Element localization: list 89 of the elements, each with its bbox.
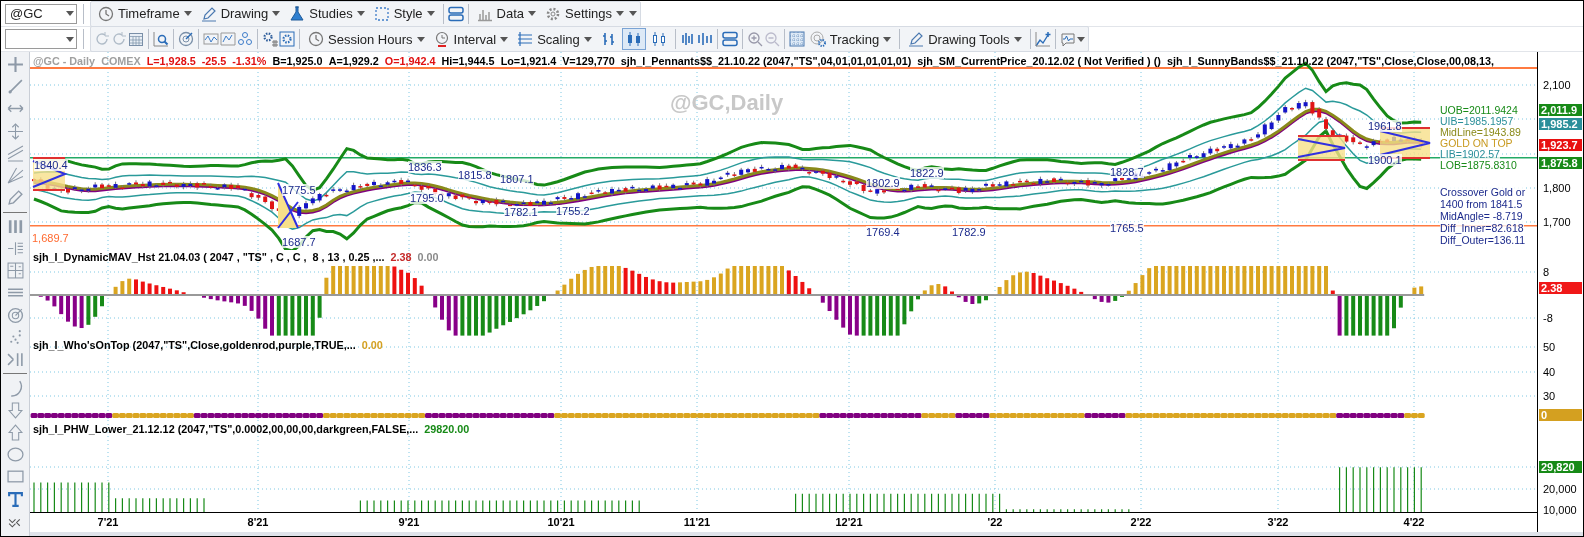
study-label: sjh_SM_CurrentPrice_20.12.02 ( Not Verified ) () bbox=[917, 54, 1161, 68]
study-label: sjh_I_SunnyBands$$_21.10.22 (2047,"TS",Close,Close,00,08,13, bbox=[1166, 54, 1494, 68]
toolbar-menu-button[interactable]: Data bbox=[472, 2, 541, 25]
axis-tick-label: 50 bbox=[1543, 341, 1556, 353]
study-label: sjh_I_DynamicMAV_Hst 21.04.03 ( 2047 , "TS" , C , C , 8 , 13 , 0.25 ,... bbox=[33, 250, 385, 264]
price-level-label: 1,689.7 bbox=[32, 232, 69, 244]
date-label: '22 bbox=[987, 516, 1003, 528]
price-annotation: 1775.5 bbox=[282, 184, 316, 196]
study-value: 0.00 bbox=[361, 338, 383, 352]
axis-value-tag: 2,011.9 bbox=[1539, 104, 1582, 116]
quote-value: Lo=1,921.4 bbox=[500, 54, 557, 68]
quote-value: Hi=1,944.5 bbox=[441, 54, 495, 68]
quote-value: L=1,928.5 bbox=[146, 54, 196, 68]
study-label: sjh_I_PHW_Lower_21.12.12 (2047,"TS",0.0002,00,00,00,darkgreen,FALSE,... bbox=[33, 422, 419, 436]
price-annotation: 1782.9 bbox=[952, 226, 986, 238]
band-label: UIB=1985.1957 bbox=[1440, 115, 1514, 127]
price-annotation: 1769.4 bbox=[866, 226, 900, 238]
date-label: 11'21 bbox=[683, 516, 711, 528]
price-annotation: 1840.4 bbox=[34, 159, 68, 171]
axis-value-tag: 1,875.8 bbox=[1539, 157, 1582, 169]
info-text: Diff_Outer=136.11 bbox=[1440, 234, 1526, 246]
date-label: 10'21 bbox=[547, 516, 575, 528]
price-annotation: 1802.9 bbox=[866, 177, 900, 189]
band-label: LIB=1902.57 bbox=[1440, 148, 1500, 160]
price-annotation: 1815.8 bbox=[458, 169, 492, 181]
date-label: 7'21 bbox=[97, 516, 119, 528]
price-annotation: 1822.9 bbox=[910, 167, 944, 179]
band-label: GOLD ON TOP bbox=[1440, 137, 1513, 149]
symbol-field[interactable]: @GC bbox=[5, 3, 77, 24]
quote-value: O=1,942.4 bbox=[384, 54, 436, 68]
axis-value-tag: 29,820 bbox=[1539, 461, 1582, 473]
axis-tick-label: 20,000 bbox=[1543, 483, 1577, 495]
date-label: 3'22 bbox=[1267, 516, 1289, 528]
date-label: 12'21 bbox=[835, 516, 863, 528]
price-annotation: 1782.1 bbox=[504, 206, 538, 218]
toolbar-menu-button[interactable]: Drawing Tools bbox=[904, 28, 1026, 50]
toolbar-menu-button[interactable]: Studies bbox=[285, 2, 369, 25]
price-annotation: 1828.7 bbox=[1110, 166, 1144, 178]
price-annotation: 1807.1 bbox=[500, 173, 534, 185]
symbol-title: @GC - Daily bbox=[33, 54, 96, 68]
price-annotation: 1961.8 bbox=[1368, 120, 1402, 132]
price-annotation: 1755.2 bbox=[556, 205, 590, 217]
quote-value: -1.31% bbox=[232, 54, 267, 68]
study-label: sjh_I_Pennants$$_21.10.22 (2047,"TS",04,01,01,01,01,01) bbox=[620, 54, 912, 68]
band-label: MidLine=1943.89 bbox=[1440, 126, 1521, 138]
quote-value: V=129,770 bbox=[562, 54, 615, 68]
study-value: 29820.00 bbox=[424, 422, 470, 436]
price-annotation: 1795.0 bbox=[410, 192, 444, 204]
axis-tick-label: 1,700 bbox=[1543, 216, 1571, 228]
quote-value: B=1,925.0 bbox=[272, 54, 323, 68]
info-text: Diff_Inner=82.618 bbox=[1440, 222, 1524, 234]
axis-value-tag: 0 bbox=[1539, 409, 1582, 421]
study-value: 2.38 bbox=[390, 250, 412, 264]
axis-tick-label: 30 bbox=[1543, 390, 1556, 402]
price-annotation: 1836.3 bbox=[408, 161, 442, 173]
axis-tick-label: 2,100 bbox=[1543, 79, 1571, 91]
toolbar-menu-button[interactable]: Settings bbox=[541, 2, 629, 25]
toolbar-menu-button[interactable]: Scaling bbox=[513, 28, 596, 50]
axis-tick-label: 1,800 bbox=[1543, 182, 1571, 194]
toolbar-menu-button[interactable]: Timeframe bbox=[94, 2, 196, 25]
study-label: sjh_I_Who'sOnTop (2047,"TS",Close,goldenrod,purple,TRUE,... bbox=[33, 338, 356, 352]
axis-tick-label: 40 bbox=[1543, 366, 1556, 378]
quote-value: A=1,929.2 bbox=[328, 54, 379, 68]
price-annotation: 1687.7 bbox=[282, 236, 316, 248]
axis-tick-label: 10,000 bbox=[1543, 504, 1577, 516]
axis-value-tag: 2.38 bbox=[1539, 282, 1582, 294]
toolbar-menu-button[interactable]: Style bbox=[369, 2, 439, 25]
axis-value-tag: 1,985.2 bbox=[1539, 118, 1582, 130]
price-annotation: 1900.1 bbox=[1368, 154, 1402, 166]
study-value: 0.00 bbox=[417, 250, 439, 264]
toolbar-menu-button[interactable]: Interval bbox=[429, 28, 513, 50]
date-label: 9'21 bbox=[398, 516, 420, 528]
date-label: 4'22 bbox=[1403, 516, 1425, 528]
toolbar-menu-button[interactable]: Tracking bbox=[805, 28, 896, 50]
info-text: MidAngle= -8.719 bbox=[1440, 210, 1523, 222]
axis-value-tag: 1,923.7 bbox=[1539, 139, 1582, 151]
date-label: 2'22 bbox=[1130, 516, 1152, 528]
toolbar-menu-button[interactable]: Session Hours bbox=[304, 28, 429, 50]
price-annotation: 1765.5 bbox=[1110, 222, 1144, 234]
info-text: Crossover Gold or bbox=[1440, 186, 1526, 198]
symbol-title: COMEX bbox=[101, 54, 141, 68]
info-text: 1400 from 1841.5 bbox=[1440, 198, 1523, 210]
band-label: LOB=1875.8310 bbox=[1440, 159, 1517, 171]
date-label: 8'21 bbox=[247, 516, 269, 528]
toolbar-menu-button[interactable]: Drawing bbox=[196, 2, 285, 25]
quote-value: -25.5 bbox=[201, 54, 227, 68]
axis-tick-label: 8 bbox=[1543, 266, 1550, 278]
band-label: UOB=2011.9424 bbox=[1440, 104, 1518, 116]
axis-tick-label: -8 bbox=[1543, 312, 1553, 324]
